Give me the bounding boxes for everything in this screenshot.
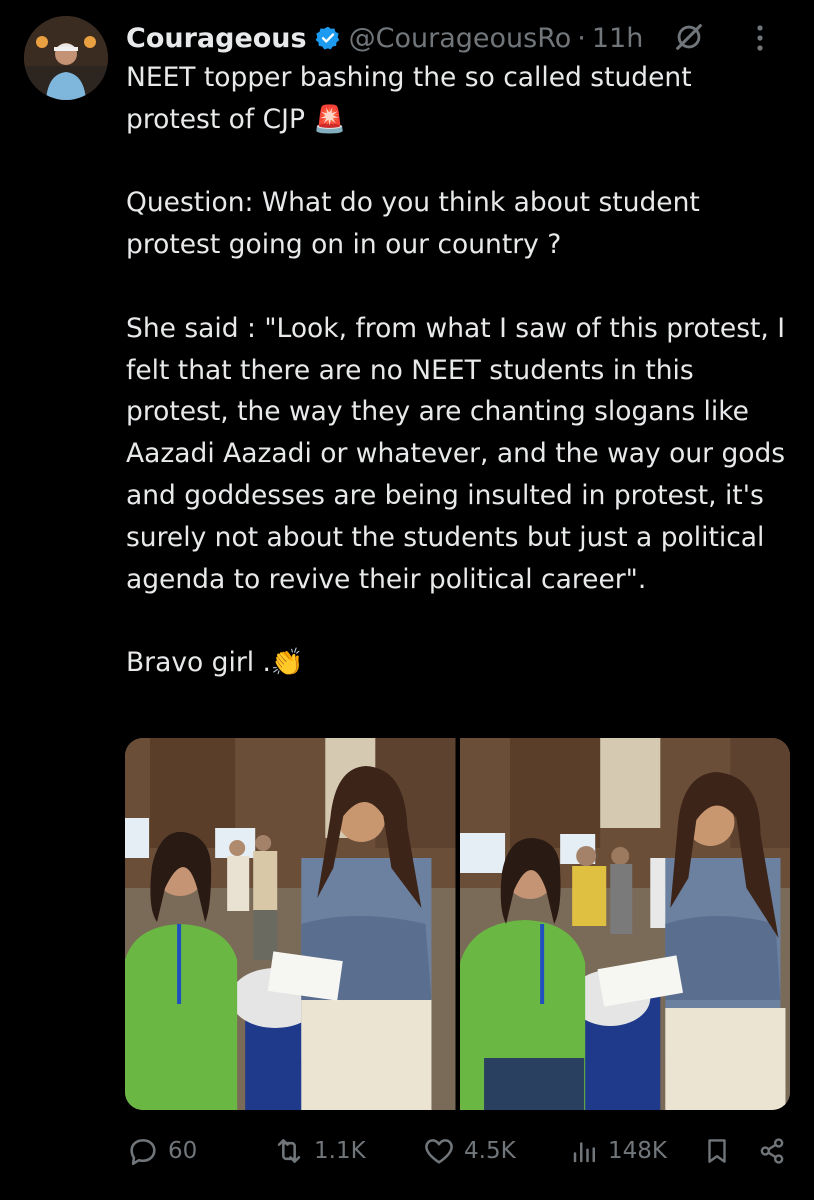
siren-emoji: 🚨 [313, 103, 347, 135]
action-bar: 60 1.1K 4.5K 148K [126, 1130, 788, 1172]
more-icon[interactable] [756, 24, 764, 52]
media-photo-1[interactable] [125, 738, 456, 1110]
tweet-header: Courageous @CourageousRo · 11h [126, 18, 790, 58]
avatar-image [24, 16, 108, 100]
repost-button[interactable]: 1.1K [272, 1130, 366, 1172]
tweet-text-question: Question: What do you think about studen… [126, 187, 700, 261]
tweet-text-intro: NEET topper bashing the so called studen… [126, 62, 692, 135]
author-avatar[interactable] [24, 16, 108, 100]
repost-count: 1.1K [314, 1138, 366, 1164]
grok-icon[interactable] [672, 20, 706, 54]
media-grid [125, 738, 790, 1110]
photo-image-1 [125, 738, 456, 1110]
tweet-text-closing: Bravo girl .👏 [126, 647, 304, 679]
tweet-text-quote: She said : "Look, from what I saw of thi… [126, 312, 786, 595]
tweet-text: NEET topper bashing the so called studen… [126, 57, 791, 684]
retweet-icon [277, 1139, 301, 1163]
media-photo-2[interactable] [459, 738, 790, 1110]
like-button[interactable]: 4.5K [422, 1130, 516, 1172]
separator-dot: · [577, 22, 586, 54]
verified-badge-icon [315, 26, 339, 50]
views-count: 148K [608, 1138, 667, 1164]
views-icon [573, 1142, 595, 1163]
share-button[interactable] [756, 1130, 796, 1172]
bookmark-button[interactable] [702, 1130, 740, 1172]
like-count: 4.5K [464, 1138, 516, 1164]
share-icon [760, 1138, 784, 1164]
author-name[interactable]: Courageous [126, 23, 307, 54]
bookmark-icon [708, 1139, 726, 1163]
reply-icon [130, 1139, 156, 1166]
photo-image-2 [459, 738, 790, 1110]
reply-button[interactable]: 60 [126, 1130, 197, 1172]
clapping-emoji: 👏 [270, 647, 304, 679]
views-button[interactable]: 148K [570, 1130, 667, 1172]
heart-icon [425, 1139, 453, 1164]
author-handle[interactable]: @CourageousRo [349, 23, 572, 54]
tweet-timestamp[interactable]: 11h [592, 23, 643, 54]
reply-count: 60 [168, 1138, 198, 1164]
